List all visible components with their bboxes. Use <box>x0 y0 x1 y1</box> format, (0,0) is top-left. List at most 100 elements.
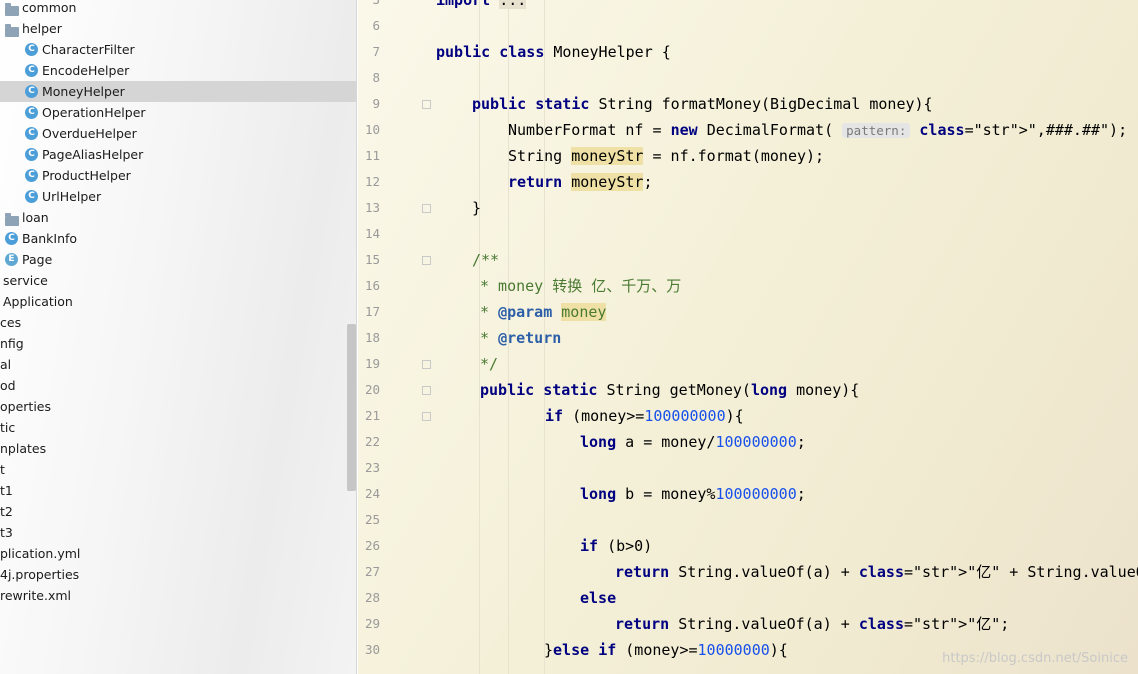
class-icon: C <box>25 43 38 56</box>
line-number: 24 <box>364 486 380 501</box>
fold-marker-icon[interactable] <box>422 256 431 265</box>
code-line[interactable]: import ... <box>436 0 527 13</box>
tree-item-tic[interactable]: tic <box>0 417 356 438</box>
folder-icon <box>5 213 19 226</box>
code-editor[interactable]: 3 6 7 8 9 10 11 12 13 14 15 16 17 18 19 20 21 22 23 24 25 26 2… <box>358 0 1138 674</box>
code-line[interactable]: long a = money/100000000; <box>580 429 806 455</box>
tree-item-t3[interactable]: t3 <box>0 522 356 543</box>
line-number: 21 <box>364 408 380 423</box>
code-line[interactable]: * money 转换 亿、千万、万 <box>480 273 681 299</box>
tree-item-nfig[interactable]: nfig <box>0 333 356 354</box>
project-tree: common helper C CharacterFilter C EncodeHelpe… <box>0 0 357 674</box>
tree-item-label: t <box>0 462 5 477</box>
tree-item-t1[interactable]: t1 <box>0 480 356 501</box>
tree-item-label: tic <box>0 420 16 435</box>
fold-marker-icon[interactable] <box>422 204 431 213</box>
tree-item-label: CharacterFilter <box>42 42 135 57</box>
tree-item-urlhelper[interactable]: C UrlHelper <box>0 186 356 207</box>
tree-item-bankinfo[interactable]: C BankInfo <box>0 228 356 249</box>
tree-item-label: Page <box>22 252 53 267</box>
code-line[interactable]: return moneyStr; <box>508 169 653 195</box>
code-line[interactable]: String moneyStr = nf.format(money); <box>508 143 824 169</box>
enum-icon: E <box>5 253 18 266</box>
tree-item-label: PageAliasHelper <box>42 147 144 162</box>
code-line[interactable]: public static String formatMoney(BigDeci… <box>472 91 933 117</box>
tree-item-label: plication.yml <box>0 546 81 561</box>
tree-item-producthelper[interactable]: C ProductHelper <box>0 165 356 186</box>
tree-item-ces[interactable]: ces <box>0 312 356 333</box>
tree-item-od[interactable]: od <box>0 375 356 396</box>
code-line[interactable]: * @return <box>480 325 561 351</box>
line-number: 28 <box>364 590 380 605</box>
code-line[interactable]: public static String getMoney(long money… <box>480 377 859 403</box>
tree-item-t[interactable]: t <box>0 459 356 480</box>
tree-item-label: UrlHelper <box>42 189 102 204</box>
tree-item-moneyhelper[interactable]: C MoneyHelper <box>0 81 356 102</box>
watermark: https://blog.csdn.net/Soinice <box>942 651 1128 666</box>
code-line[interactable]: return String.valueOf(a) + class="str">"… <box>615 611 1009 637</box>
tree-item-nplates[interactable]: nplates <box>0 438 356 459</box>
tree-item-label: loan <box>22 210 49 225</box>
tree-item-encodehelper[interactable]: C EncodeHelper <box>0 60 356 81</box>
code-line[interactable]: else <box>580 585 616 611</box>
code-line[interactable]: if (money>=100000000){ <box>545 403 744 429</box>
tree-item-al[interactable]: al <box>0 354 356 375</box>
fold-marker-icon[interactable] <box>422 100 431 109</box>
tree-item-application[interactable]: Application <box>0 291 356 312</box>
line-number: 23 <box>364 460 380 475</box>
tree-item-label: helper <box>22 21 62 36</box>
fold-marker-icon[interactable] <box>422 412 431 421</box>
tree-item-page[interactable]: E Page <box>0 249 356 270</box>
fold-marker-icon[interactable] <box>422 386 431 395</box>
tree-item-rewrite-xml[interactable]: rewrite.xml <box>0 585 356 606</box>
tree-item-plication-yml[interactable]: plication.yml <box>0 543 356 564</box>
code-line[interactable]: if (b>0) <box>580 533 652 559</box>
tree-item-label: BankInfo <box>22 231 78 246</box>
tree-item-pagealiashelper[interactable]: C PageAliasHelper <box>0 144 356 165</box>
tree-item-characterfilter[interactable]: C CharacterFilter <box>0 39 356 60</box>
tree-item-operties[interactable]: operties <box>0 396 356 417</box>
tree-item-operationhelper[interactable]: C OperationHelper <box>0 102 356 123</box>
code-line[interactable]: }else if (money>=10000000){ <box>544 637 788 663</box>
line-number: 7 <box>372 44 380 59</box>
tree-item-label: OverdueHelper <box>42 126 137 141</box>
fold-marker-icon[interactable] <box>422 360 431 369</box>
code-line[interactable]: /** <box>472 247 499 273</box>
tree-item-label: t3 <box>0 525 13 540</box>
tree-item-service[interactable]: service <box>0 270 356 291</box>
code-line[interactable]: * @param money <box>480 299 607 325</box>
line-number: 15 <box>364 252 380 267</box>
tree-item-helper[interactable]: helper <box>0 18 356 39</box>
tree-item-label: t2 <box>0 504 13 519</box>
tree-item-label: nfig <box>0 336 24 351</box>
code-line[interactable]: long b = money%100000000; <box>580 481 806 507</box>
tree-item-4j-properties[interactable]: 4j.properties <box>0 564 356 585</box>
tree-scrollbar[interactable] <box>347 324 356 491</box>
code-line[interactable]: public class MoneyHelper { <box>436 39 671 65</box>
folder-icon <box>5 3 19 16</box>
line-number: 19 <box>364 356 380 371</box>
tree-item-loan[interactable]: loan <box>0 207 356 228</box>
code-line[interactable]: return String.valueOf(a) + class="str">"… <box>615 559 1138 585</box>
line-number: 29 <box>364 616 380 631</box>
code-line[interactable]: */ <box>480 351 498 377</box>
line-number: 12 <box>364 174 380 189</box>
line-number: 26 <box>364 538 380 553</box>
line-number: 25 <box>364 512 380 527</box>
class-icon: C <box>25 127 38 140</box>
code-line[interactable]: } <box>472 195 481 221</box>
line-number: 22 <box>364 434 380 449</box>
tree-item-overduehelper[interactable]: C OverdueHelper <box>0 123 356 144</box>
code-line[interactable]: NumberFormat nf = new DecimalFormat( pat… <box>508 117 1127 143</box>
tree-item-label: nplates <box>0 441 47 456</box>
folder-icon <box>5 24 19 37</box>
line-number: 10 <box>364 122 380 137</box>
tree-item-common[interactable]: common <box>0 0 356 18</box>
line-number: 13 <box>364 200 380 215</box>
tree-item-label: operties <box>0 399 51 414</box>
class-icon: C <box>25 106 38 119</box>
tree-item-label: EncodeHelper <box>42 63 130 78</box>
class-icon: C <box>25 85 38 98</box>
tree-item-t2[interactable]: t2 <box>0 501 356 522</box>
tree-item-label: 4j.properties <box>0 567 80 582</box>
